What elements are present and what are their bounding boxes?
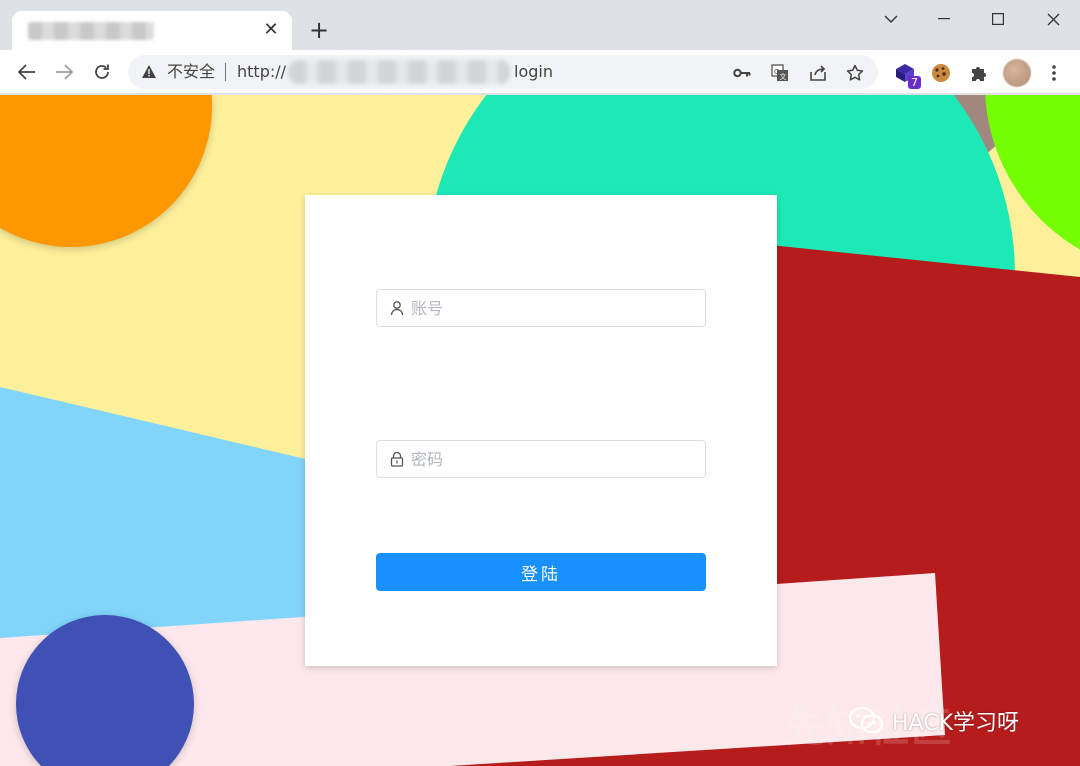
forward-arrow-icon[interactable] [52, 60, 76, 84]
browser-toolbar: 不安全 http:// login G文 7 [0, 50, 1080, 94]
url-path: login [514, 62, 553, 81]
cookie-icon[interactable] [928, 60, 954, 86]
puzzle-icon[interactable] [966, 60, 992, 86]
reload-icon[interactable] [90, 60, 114, 84]
translate-icon[interactable]: G文 [770, 63, 790, 83]
watermark: HACK学习呀 [848, 705, 1019, 737]
close-window-icon[interactable] [1040, 8, 1066, 30]
page-viewport: 登陆 先知社区 HACK学习呀 [0, 95, 1080, 766]
address-separator [225, 63, 226, 81]
svg-text:文: 文 [780, 72, 787, 81]
maximize-icon[interactable] [985, 8, 1011, 30]
close-tab-icon[interactable]: ✕ [260, 19, 282, 41]
tab-title [28, 22, 154, 40]
profile-avatar[interactable] [1003, 59, 1031, 87]
not-secure-label[interactable]: 不安全 [167, 62, 215, 82]
url-host-redacted [288, 60, 510, 84]
minimize-icon[interactable] [931, 8, 957, 30]
tab-search-chevron-icon[interactable] [878, 8, 904, 30]
share-icon[interactable] [808, 63, 828, 83]
login-card: 登陆 [305, 195, 777, 666]
login-button[interactable]: 登陆 [376, 553, 706, 591]
password-input[interactable] [411, 441, 701, 477]
warning-triangle-icon[interactable] [141, 64, 157, 83]
kebab-menu-icon[interactable] [1041, 60, 1067, 86]
back-arrow-icon[interactable] [15, 60, 39, 84]
extension-cube-icon[interactable]: 7 [892, 60, 921, 89]
bookmark-star-icon[interactable] [845, 63, 865, 83]
new-tab-icon[interactable]: + [306, 18, 332, 44]
browser-tab[interactable]: ✕ [12, 11, 292, 50]
key-icon[interactable] [732, 63, 752, 83]
wechat-icon [849, 707, 883, 734]
address-bar[interactable]: 不安全 http:// login G文 [128, 55, 878, 89]
username-input[interactable] [411, 290, 701, 326]
username-field[interactable] [376, 289, 706, 327]
watermark-text: HACK学习呀 [892, 711, 1019, 736]
password-field[interactable] [376, 440, 706, 478]
url-protocol: http:// [237, 62, 287, 81]
lock-icon [390, 451, 404, 467]
user-icon [390, 301, 404, 316]
extension-badge: 7 [908, 76, 921, 89]
tab-strip: ✕ + [0, 0, 1080, 50]
